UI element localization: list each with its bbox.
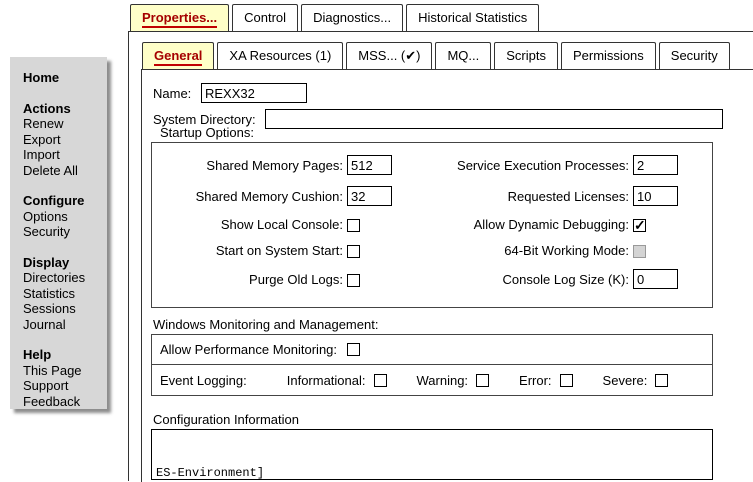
requested-licenses-input[interactable] bbox=[633, 186, 678, 206]
windows-monitoring-label: Windows Monitoring and Management: bbox=[153, 317, 378, 332]
system-directory-input[interactable] bbox=[265, 109, 723, 129]
general-tab-pane: Name: System Directory: Startup Options:… bbox=[141, 69, 753, 482]
shared-memory-pages-input[interactable] bbox=[347, 155, 392, 175]
primary-tab-bar: Properties... Control Diagnostics... His… bbox=[130, 4, 539, 31]
event-logging-label: Event Logging: bbox=[160, 373, 247, 388]
sidebar-item-support[interactable]: Support bbox=[23, 378, 103, 394]
sidebar-item-import[interactable]: Import bbox=[23, 147, 103, 163]
allow-performance-monitoring-checkbox[interactable] bbox=[347, 343, 360, 356]
configuration-information-textarea[interactable]: ES-Environment] MFTRACE_CONFIG=C:\Users\… bbox=[151, 429, 713, 480]
tab-xa-resources[interactable]: XA Resources (1) bbox=[217, 42, 343, 69]
tab-security-label: Security bbox=[671, 48, 718, 63]
shared-memory-cushion-label: Shared Memory Cushion: bbox=[160, 189, 347, 204]
tab-diagnostics[interactable]: Diagnostics... bbox=[301, 4, 403, 31]
start-on-system-start-label: Start on System Start: bbox=[160, 243, 347, 258]
sidebar-item-sessions[interactable]: Sessions bbox=[23, 301, 103, 317]
tab-control[interactable]: Control bbox=[232, 4, 298, 31]
sidebar-item-this-page[interactable]: This Page bbox=[23, 363, 103, 379]
sidebar-heading-help: Help bbox=[23, 347, 103, 363]
tab-historical-statistics-label: Historical Statistics bbox=[418, 10, 527, 25]
tab-properties-label: Properties... bbox=[142, 10, 217, 28]
startup-options-label: Startup Options: bbox=[160, 125, 254, 140]
event-level-error-checkbox[interactable] bbox=[560, 374, 573, 387]
tab-xa-resources-label: XA Resources (1) bbox=[229, 48, 331, 63]
allow-dynamic-debugging-checkbox[interactable] bbox=[633, 219, 646, 232]
sidebar-item-options[interactable]: Options bbox=[23, 209, 103, 225]
startup-options-group: Shared Memory Pages: Service Execution P… bbox=[151, 142, 713, 308]
tab-control-label: Control bbox=[244, 10, 286, 25]
name-input[interactable] bbox=[201, 83, 307, 103]
sidebar-item-delete-all[interactable]: Delete All bbox=[23, 163, 103, 179]
tab-permissions-label: Permissions bbox=[573, 48, 644, 63]
shared-memory-pages-label: Shared Memory Pages: bbox=[160, 158, 347, 173]
event-level-informational-label: Informational: bbox=[287, 373, 366, 388]
start-on-system-start-checkbox[interactable] bbox=[347, 245, 360, 258]
sidebar-heading-actions: Actions bbox=[23, 101, 103, 117]
tab-mss[interactable]: MSS... (✔) bbox=[346, 42, 432, 69]
event-level-warning-checkbox[interactable] bbox=[476, 374, 489, 387]
sidebar-item-home[interactable]: Home bbox=[23, 70, 103, 86]
configuration-line-1: ES-Environment] bbox=[156, 465, 708, 480]
name-label: Name: bbox=[153, 86, 201, 101]
64-bit-working-mode-label: 64-Bit Working Mode: bbox=[445, 243, 633, 258]
event-level-severe-checkbox[interactable] bbox=[655, 374, 668, 387]
configuration-information-label: Configuration Information bbox=[153, 412, 299, 427]
name-row: Name: bbox=[153, 83, 307, 103]
tab-diagnostics-label: Diagnostics... bbox=[313, 10, 391, 25]
tab-general-label: General bbox=[154, 48, 202, 66]
purge-old-logs-label: Purge Old Logs: bbox=[160, 272, 347, 287]
tab-scripts[interactable]: Scripts bbox=[494, 42, 558, 69]
tab-general[interactable]: General bbox=[142, 42, 214, 69]
event-logging-row: Event Logging: Informational: Warning: E… bbox=[152, 365, 712, 396]
allow-performance-monitoring-label: Allow Performance Monitoring: bbox=[160, 342, 337, 357]
service-execution-processes-label: Service Execution Processes: bbox=[445, 158, 633, 173]
tab-mq[interactable]: MQ... bbox=[435, 42, 491, 69]
requested-licenses-label: Requested Licenses: bbox=[445, 189, 633, 204]
tab-historical-statistics[interactable]: Historical Statistics bbox=[406, 4, 539, 31]
sidebar-item-renew[interactable]: Renew bbox=[23, 116, 103, 132]
event-level-warning-label: Warning: bbox=[417, 373, 469, 388]
tab-security[interactable]: Security bbox=[659, 42, 730, 69]
sidebar-item-feedback[interactable]: Feedback bbox=[23, 394, 103, 410]
tab-mss-label: MSS... (✔) bbox=[358, 48, 420, 63]
64-bit-working-mode-checkbox bbox=[633, 245, 646, 258]
tab-properties[interactable]: Properties... bbox=[130, 4, 229, 31]
sidebar-heading-display: Display bbox=[23, 255, 103, 271]
show-local-console-checkbox[interactable] bbox=[347, 219, 360, 232]
console-log-size-input[interactable] bbox=[633, 269, 678, 289]
sidebar-heading-configure: Configure bbox=[23, 193, 103, 209]
service-execution-processes-input[interactable] bbox=[633, 155, 678, 175]
event-level-error-label: Error: bbox=[519, 373, 552, 388]
tab-mq-label: MQ... bbox=[447, 48, 479, 63]
sidebar: Home Actions Renew Export Import Delete … bbox=[10, 57, 107, 409]
properties-pane: General XA Resources (1) MSS... (✔) MQ..… bbox=[128, 31, 753, 481]
sidebar-item-journal[interactable]: Journal bbox=[23, 317, 103, 333]
tab-permissions[interactable]: Permissions bbox=[561, 42, 656, 69]
tab-scripts-label: Scripts bbox=[506, 48, 546, 63]
purge-old-logs-checkbox[interactable] bbox=[347, 274, 360, 287]
show-local-console-label: Show Local Console: bbox=[160, 217, 347, 232]
performance-monitoring-row: Allow Performance Monitoring: bbox=[152, 335, 712, 365]
console-log-size-label: Console Log Size (K): bbox=[445, 272, 633, 287]
event-level-informational-checkbox[interactable] bbox=[374, 374, 387, 387]
event-level-severe-label: Severe: bbox=[603, 373, 648, 388]
sidebar-item-directories[interactable]: Directories bbox=[23, 270, 103, 286]
allow-dynamic-debugging-label: Allow Dynamic Debugging: bbox=[445, 217, 633, 232]
sidebar-item-statistics[interactable]: Statistics bbox=[23, 286, 103, 302]
secondary-tab-bar: General XA Resources (1) MSS... (✔) MQ..… bbox=[142, 42, 730, 69]
shared-memory-cushion-input[interactable] bbox=[347, 186, 392, 206]
sidebar-item-export[interactable]: Export bbox=[23, 132, 103, 148]
windows-monitoring-group: Allow Performance Monitoring: Event Logg… bbox=[151, 334, 713, 396]
sidebar-item-security[interactable]: Security bbox=[23, 224, 103, 240]
